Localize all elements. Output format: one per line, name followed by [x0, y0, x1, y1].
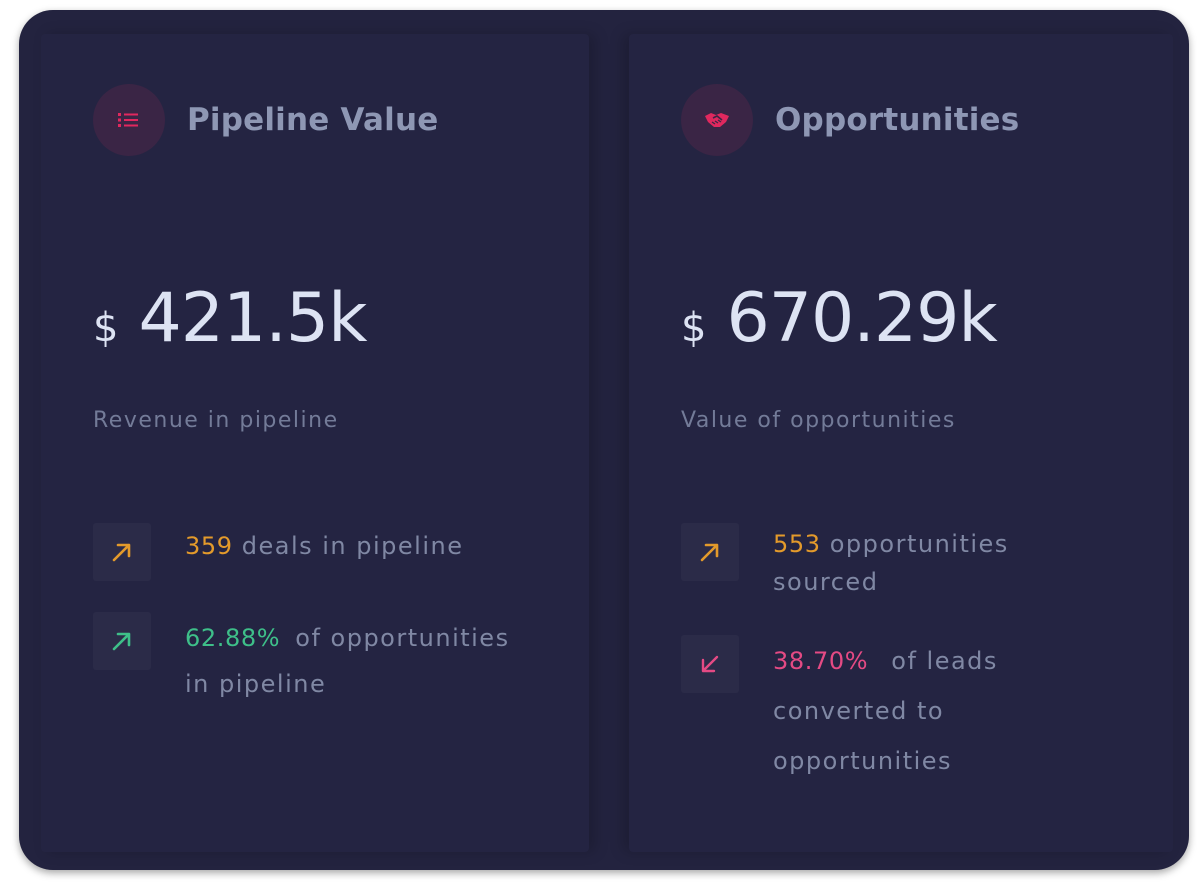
stat-label-line3: opportunities: [773, 747, 953, 775]
opportunities-amount: $ 670.29k: [681, 279, 998, 358]
dashboard-panel: Pipeline Value $ 421.5k Revenue in pipel…: [19, 10, 1189, 870]
card-title: Opportunities: [775, 102, 1020, 138]
stat-text: 553 opportunities sourced: [773, 532, 1009, 594]
stat-label: of leads: [891, 647, 998, 675]
stat-label-line2: in pipeline: [185, 670, 327, 698]
stat-label: deals in pipeline: [241, 532, 464, 560]
stat-text: 38.70% of leads converted to opportuniti…: [773, 649, 998, 773]
handshake-icon: [681, 84, 753, 156]
currency-symbol: $: [681, 305, 707, 351]
card-title: Pipeline Value: [187, 102, 439, 138]
stat-value: 38.70%: [773, 647, 869, 675]
amount-subtitle: Value of opportunities: [681, 408, 956, 433]
arrow-up-right-icon: [93, 523, 151, 581]
stat-value: 553: [773, 530, 821, 558]
card-header: Pipeline Value: [93, 84, 438, 156]
list-icon: [93, 84, 165, 156]
stat-text: 62.88% of opportunities in pipeline: [185, 626, 510, 696]
stat-value: 359: [185, 532, 233, 560]
stat-text: 359 deals in pipeline: [185, 532, 463, 560]
stat-label: opportunities: [829, 530, 1009, 558]
arrow-up-right-icon: [93, 612, 151, 670]
stat-leads-converted: 38.70% of leads converted to opportuniti…: [681, 635, 998, 773]
stat-label: of opportunities: [295, 624, 510, 652]
stat-deals: 359 deals in pipeline: [93, 523, 463, 581]
amount-value: 421.5k: [138, 279, 367, 358]
stat-value: 62.88%: [185, 624, 281, 652]
arrow-up-right-icon: [681, 523, 739, 581]
pipeline-amount: $ 421.5k: [93, 279, 368, 358]
card-header: Opportunities: [681, 84, 1019, 156]
stat-label-line2: converted to: [773, 697, 945, 725]
arrow-down-left-icon: [681, 635, 739, 693]
amount-subtitle: Revenue in pipeline: [93, 408, 339, 433]
stat-label-line2: sourced: [773, 568, 879, 596]
stat-sourced: 553 opportunities sourced: [681, 523, 1009, 594]
amount-value: 670.29k: [726, 279, 997, 358]
pipeline-value-card: Pipeline Value $ 421.5k Revenue in pipel…: [41, 34, 589, 852]
currency-symbol: $: [93, 305, 119, 351]
opportunities-card: Opportunities $ 670.29k Value of opportu…: [629, 34, 1173, 852]
stat-opportunities-pct: 62.88% of opportunities in pipeline: [93, 612, 510, 696]
